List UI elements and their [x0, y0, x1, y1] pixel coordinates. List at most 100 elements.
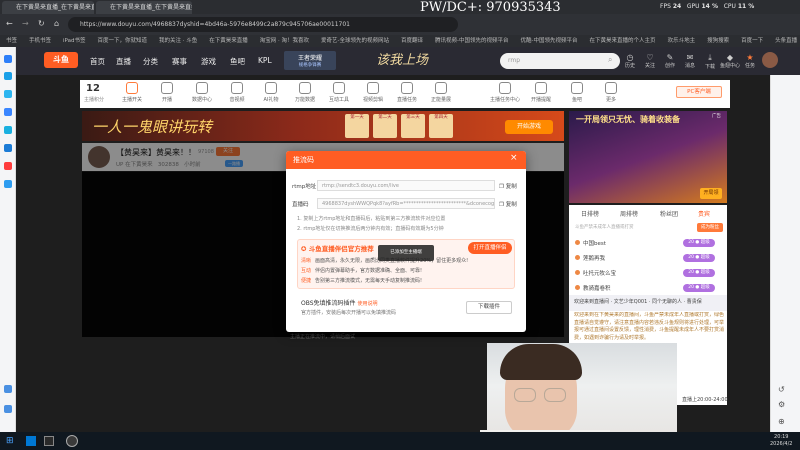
header-slogan: 该我上场	[376, 53, 429, 68]
sidebar-app-icon[interactable]	[4, 90, 12, 98]
sidebar-settings-icon[interactable]	[4, 405, 12, 413]
reload-icon[interactable]: ↻	[38, 19, 45, 28]
cat-item[interactable]: 直播任务	[392, 82, 422, 103]
nav-games[interactable]: 游戏	[201, 56, 216, 67]
bookmark-item[interactable]: 爱奇艺-全球领先的视频网站	[321, 38, 389, 44]
url-input[interactable]: https://www.douyu.com/4968837dyshid=4bd4…	[68, 17, 458, 32]
join-fans-button[interactable]: 成为粉丝	[697, 223, 723, 232]
tab-fans[interactable]: 粉丝团	[660, 209, 678, 218]
tab-daily[interactable]: 日排榜	[581, 209, 599, 218]
sidebar-app-icon[interactable]	[4, 144, 12, 152]
bookmark-item[interactable]: 搜狗搜索	[707, 38, 729, 44]
history-icon[interactable]: ↺	[778, 385, 785, 394]
bookmark-item[interactable]: 头条直播	[775, 38, 797, 44]
cat-item[interactable]: 正能量展	[426, 82, 456, 103]
header-follow[interactable]: ♡ 关注	[640, 53, 660, 69]
cat-item[interactable]: 更多	[596, 82, 626, 103]
taskbar-app-icon[interactable]	[44, 436, 54, 446]
tab-vip[interactable]: 贵宾	[698, 209, 710, 218]
close-icon[interactable]: ×	[510, 153, 518, 163]
start-game-button[interactable]: 开始游戏	[505, 120, 553, 134]
gear-icon[interactable]: ⚙	[778, 400, 785, 409]
bookmark-item[interactable]: 百度一下	[741, 38, 763, 44]
nav-live[interactable]: 直播	[116, 56, 131, 67]
cat-item[interactable]: 主播任务中心	[490, 82, 520, 103]
cat-item[interactable]: 开播提醒	[526, 82, 556, 103]
sidebar-app-icon[interactable]	[4, 72, 12, 80]
tab-weekly[interactable]: 周排榜	[620, 209, 638, 218]
bookmark-item[interactable]: 我的关注 · 斗鱼	[159, 38, 197, 44]
sidebar-settings-icon[interactable]	[4, 385, 12, 393]
back-icon[interactable]: ←	[6, 19, 13, 28]
copy-key-button[interactable]: ❐ 复制	[499, 200, 517, 208]
bookmark-item[interactable]: iPad书签	[63, 38, 85, 44]
search-icon[interactable]: ⌕	[608, 55, 612, 65]
zoom-icon[interactable]: ⊕	[778, 417, 785, 426]
banner-card: 第一天	[345, 114, 369, 138]
sidebar-app-icon[interactable]	[4, 108, 12, 116]
taskbar-browser-icon[interactable]	[66, 435, 78, 447]
energy-icon	[435, 82, 447, 94]
open-companion-button[interactable]: 打开直播伴侣	[468, 242, 512, 254]
rank-row[interactable]: 吐托元牧么宝 20 ● 超级	[575, 269, 723, 279]
rank-row[interactable]: 教骑嘉卷积 20 ● 超级	[575, 284, 723, 294]
cat-item[interactable]: 主播开关	[117, 82, 147, 103]
cat-item[interactable]: AI礼物	[256, 82, 286, 103]
header-history[interactable]: ◷ 历史	[620, 53, 640, 69]
header-create[interactable]: ✎ 创作	[660, 53, 680, 69]
windows-start-icon[interactable]: ⊞	[6, 436, 14, 446]
cat-item[interactable]: 互动工具	[324, 82, 354, 103]
nav-home[interactable]: 首页	[90, 56, 105, 67]
douyu-logo[interactable]: 斗鱼	[44, 52, 78, 68]
cat-item[interactable]: 视频剪辑	[358, 82, 388, 103]
sidebar-app-icon[interactable]	[4, 180, 12, 188]
nav-events[interactable]: 赛事	[172, 56, 187, 67]
bookmark-item[interactable]: 在下黄昊来直播	[209, 38, 248, 44]
cat-item[interactable]: 数据中心	[187, 82, 217, 103]
bookmark-item[interactable]: 百度一下，你就知道	[98, 38, 148, 44]
bookmark-item[interactable]: 手机书签	[29, 38, 51, 44]
bookmark-item[interactable]: 百度翻译	[401, 38, 423, 44]
bookmark-item[interactable]: 在下黄昊来直播的个人主页	[590, 38, 656, 44]
cat-item[interactable]: 开播	[152, 82, 182, 103]
header-promo[interactable]: 王者荣耀 规格争锋赛	[284, 51, 336, 70]
cat-item[interactable]: 万能数据	[290, 82, 320, 103]
home-icon[interactable]: ⌂	[54, 19, 59, 28]
nav-kpl[interactable]: KPL	[258, 56, 272, 65]
download-plugin-button[interactable]: 下载插件	[466, 301, 512, 314]
rtmp-field[interactable]: rtmp://sendtc3.douyu.com/live	[317, 180, 495, 191]
obs-help-link[interactable]: 使用说明	[357, 301, 377, 307]
cat-item[interactable]: 音视频	[222, 82, 252, 103]
header-message[interactable]: ✉ 消息	[680, 53, 700, 69]
bookmark-item[interactable]: 欢乐斗地主	[668, 38, 696, 44]
header-wallet[interactable]: ◆ 鱼翅中心	[720, 53, 740, 69]
bookmark-item[interactable]: 优酷-中国领先视频平台	[521, 38, 578, 44]
taskbar-app-icon[interactable]	[26, 436, 36, 446]
rank-row[interactable]: 中国best 20 ● 超级	[575, 239, 723, 249]
right-ad-button[interactable]: 开局领	[700, 188, 722, 199]
cpu-value: 11 %	[737, 3, 755, 10]
search-input[interactable]: rmp	[500, 53, 620, 69]
modal-note: 1. 复制上方rtmp地址和直播码后，粘贴到第三方推流软件对应位置	[297, 216, 446, 222]
nav-fishbar[interactable]: 鱼吧	[230, 56, 245, 67]
tab-douyu-2[interactable]: 在下黄昊来直播_在下黄昊来直播 斗鱼	[96, 1, 192, 14]
bookmark-item[interactable]: 书签	[6, 38, 17, 44]
user-avatar[interactable]	[762, 52, 778, 68]
bookmark-item[interactable]: 腾讯视频-中国领先的视频平台	[435, 38, 509, 44]
broadcast-icon	[161, 82, 173, 94]
tab-douyu-1[interactable]: 在下黄昊来直播_在下黄昊来直播 斗鱼	[2, 1, 94, 14]
rank-row[interactable]: 莲鹅再我 20 ● 超级	[575, 254, 723, 264]
copy-rtmp-button[interactable]: ❐ 复制	[499, 182, 517, 190]
pc-client-button[interactable]: PC客户端	[676, 86, 722, 98]
forward-icon[interactable]: →	[22, 19, 29, 28]
sidebar-app-icon[interactable]	[4, 162, 12, 170]
sidebar-favorites-icon[interactable]	[4, 55, 12, 63]
cat-item[interactable]: 鱼吧	[562, 82, 592, 103]
header-download[interactable]: ⤓ 下载	[700, 53, 720, 70]
toggle-icon	[126, 82, 138, 94]
nav-category[interactable]: 分类	[143, 56, 158, 67]
sidebar-app-icon[interactable]	[4, 126, 12, 134]
stream-key-field[interactable]: 4968837dyshWWQPqk8?ayfRb=***************…	[317, 198, 495, 209]
header-task[interactable]: ★ 任务	[740, 53, 760, 69]
bookmark-item[interactable]: 淘宝网 · 淘！我喜欢	[260, 38, 309, 44]
